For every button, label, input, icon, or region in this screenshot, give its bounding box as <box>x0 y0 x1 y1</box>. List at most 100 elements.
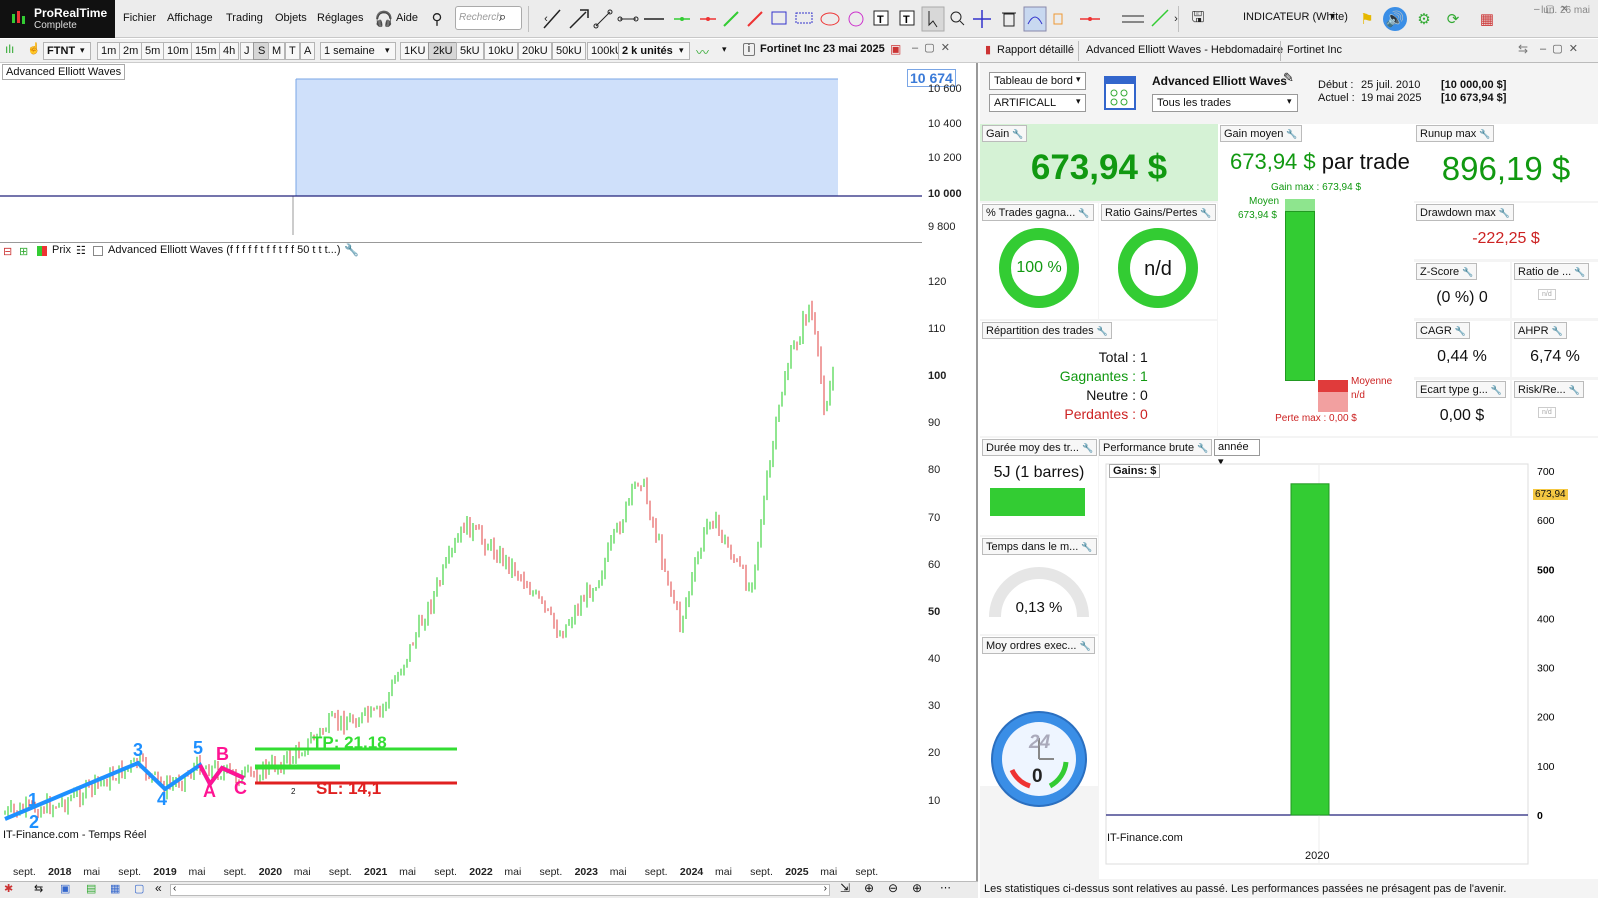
menu-trading[interactable]: Trading <box>226 12 263 24</box>
tab-instrument[interactable]: Fortinet Inc <box>1287 44 1342 56</box>
pointer-icon[interactable]: ☝ <box>27 42 41 55</box>
grip-icon[interactable]: ⋯ <box>940 881 951 894</box>
tf-t[interactable]: T <box>285 42 300 60</box>
repartition-label[interactable]: Répartition des trades 🔧 <box>982 322 1112 339</box>
tf-m[interactable]: M <box>268 42 286 60</box>
tf-15m[interactable]: 15m <box>191 42 221 60</box>
drawing-tools[interactable]: T T <box>540 6 1180 32</box>
tick-5ku[interactable]: 5kU <box>456 42 484 60</box>
tf-j[interactable]: J <box>240 42 254 60</box>
up-arrow-icon[interactable]: ⊞ <box>19 245 28 258</box>
tf-5m[interactable]: 5m <box>141 42 165 60</box>
chevron-down-icon[interactable]: ▾ <box>80 45 85 56</box>
layout-icon[interactable]: ▣ <box>890 42 901 56</box>
indicator-icon[interactable]: 〰 <box>696 42 709 61</box>
tf-10m[interactable]: 10m <box>163 42 193 60</box>
win-rate-label[interactable]: % Trades gagna... 🔧 <box>982 204 1094 221</box>
list-icon[interactable]: ☷ <box>76 244 86 257</box>
tf-a[interactable]: A <box>300 42 316 60</box>
clip-icon[interactable]: ⚲ <box>425 7 449 31</box>
menu-reglages[interactable]: Réglages <box>317 12 363 24</box>
settings-icon[interactable]: ✱ <box>4 882 13 895</box>
indicator-legend-label[interactable]: Advanced Elliott Waves (f f f f f t f f … <box>108 244 341 256</box>
gain-label[interactable]: Gain 🔧 <box>982 125 1028 142</box>
tick-2ku[interactable]: 2kU <box>428 42 458 60</box>
menu-affichage[interactable]: Affichage <box>167 12 213 24</box>
equity-chart[interactable] <box>0 63 922 243</box>
search-input[interactable]: Recherch <box>455 6 522 30</box>
orders-label[interactable]: Moy ordres exec... 🔧 <box>982 637 1095 654</box>
headset-icon[interactable]: 🎧 <box>372 7 396 31</box>
tick-1ku[interactable]: 1KU <box>400 42 430 60</box>
chevron-down-icon[interactable]: ▾ <box>1330 11 1335 22</box>
tf-1m[interactable]: 1m <box>97 42 121 60</box>
chart-type-icon[interactable]: ılı <box>5 42 14 56</box>
close-icon[interactable]: ⊟ <box>3 245 12 258</box>
chevron-down-icon[interactable]: ▾ <box>1076 74 1081 85</box>
ratio2-label[interactable]: Ratio de ... 🔧 <box>1514 263 1590 280</box>
ratio-label[interactable]: Ratio Gains/Pertes 🔧 <box>1101 204 1216 221</box>
account-select[interactable]: ARTIFICALL <box>989 94 1086 112</box>
wrench-icon[interactable]: 🔧 <box>344 243 359 257</box>
layout-icon[interactable]: ▦ <box>1475 7 1499 31</box>
tick-10ku[interactable]: 10kU <box>484 42 518 60</box>
screen-icon[interactable]: ▣ <box>60 882 70 895</box>
perf-bar[interactable] <box>1290 483 1330 816</box>
window-controls[interactable]: – ▢ ✕ <box>1534 4 1569 15</box>
list-icon[interactable]: ▤ <box>86 882 96 895</box>
autoscroll-icon[interactable]: ⇲ <box>840 881 850 895</box>
price-chart[interactable] <box>0 244 922 864</box>
scroll-left-icon[interactable]: ‹ <box>173 883 176 894</box>
edit-icon[interactable]: ✎ <box>1283 70 1294 86</box>
window-controls[interactable]: – ▢ ✕ <box>1540 42 1578 55</box>
speaker-icon[interactable]: 🔊 <box>1383 7 1407 31</box>
calendar-icon[interactable]: ▦ <box>110 882 120 895</box>
menu-aide[interactable]: Aide <box>396 12 418 24</box>
tick-20ku[interactable]: 20kU <box>518 42 552 60</box>
zscore-label[interactable]: Z-Score 🔧 <box>1416 263 1478 280</box>
scroll-start-icon[interactable]: « <box>155 881 162 895</box>
price-legend-label[interactable]: Prix <box>52 244 71 256</box>
zoom-fit-icon[interactable]: ⊕ <box>864 881 874 895</box>
window-controls[interactable]: – ▢ ✕ <box>912 41 950 54</box>
dashboard-select[interactable]: Tableau de bord <box>989 72 1086 90</box>
risk-label[interactable]: Risk/Re... 🔧 <box>1514 381 1584 398</box>
tf-4h[interactable]: 4h <box>219 42 240 60</box>
zoom-out-icon[interactable]: ⊖ <box>888 881 898 895</box>
share-icon[interactable]: ⇆ <box>34 882 43 895</box>
search-icon[interactable]: ⌕ <box>499 9 506 25</box>
chevron-down-icon[interactable]: ▾ <box>1076 96 1081 107</box>
alert-icon[interactable]: ⚙ <box>1412 7 1436 31</box>
menu-objets[interactable]: Objets <box>275 12 307 24</box>
runup-label[interactable]: Runup max 🔧 <box>1416 125 1495 142</box>
duration-label[interactable]: Durée moy des tr... 🔧 <box>982 439 1098 456</box>
chevron-down-icon[interactable]: ▾ <box>1287 96 1292 107</box>
flag-icon[interactable]: ⚑ <box>1355 7 1379 31</box>
tf-2m[interactable]: 2m <box>119 42 143 60</box>
tab-rapport[interactable]: Rapport détaillé <box>997 44 1074 56</box>
indicator-checkbox[interactable] <box>93 246 103 256</box>
chevron-down-icon[interactable]: ▾ <box>679 45 684 56</box>
ahpr-label[interactable]: AHPR 🔧 <box>1514 322 1567 339</box>
chevron-down-icon[interactable]: ▾ <box>722 44 727 55</box>
chevron-down-icon[interactable]: ▾ <box>385 45 390 56</box>
equity-legend[interactable]: Advanced Elliott Waves <box>2 64 126 80</box>
collapse-right-icon[interactable]: › <box>1164 7 1188 31</box>
horizontal-scrollbar[interactable]: ‹ › <box>170 883 830 896</box>
scroll-right-icon[interactable]: › <box>824 883 827 894</box>
tab-strategy[interactable]: Advanced Elliott Waves - Hebdomadaire <box>1086 44 1283 56</box>
trade-filter-select[interactable]: Tous les trades <box>1152 94 1298 112</box>
share-icon[interactable]: ⇆ <box>1518 42 1528 56</box>
time-label[interactable]: Temps dans le m... 🔧 <box>982 538 1097 555</box>
cagr-label[interactable]: CAGR 🔧 <box>1416 322 1470 339</box>
save-icon[interactable]: 🖫 <box>1186 7 1210 31</box>
refresh-icon[interactable]: ⟳ <box>1441 7 1465 31</box>
tick-50ku[interactable]: 50kU <box>552 42 586 60</box>
window-icon[interactable]: ▢ <box>134 882 144 895</box>
avg-gain-label[interactable]: Gain moyen 🔧 <box>1220 125 1302 142</box>
info-icon[interactable]: i <box>743 43 755 56</box>
std-label[interactable]: Ecart type g... 🔧 <box>1416 381 1507 398</box>
menu-fichier[interactable]: Fichier <box>123 12 156 24</box>
zoom-in-icon[interactable]: ⊕ <box>912 881 922 895</box>
drawdown-label[interactable]: Drawdown max 🔧 <box>1416 204 1515 221</box>
